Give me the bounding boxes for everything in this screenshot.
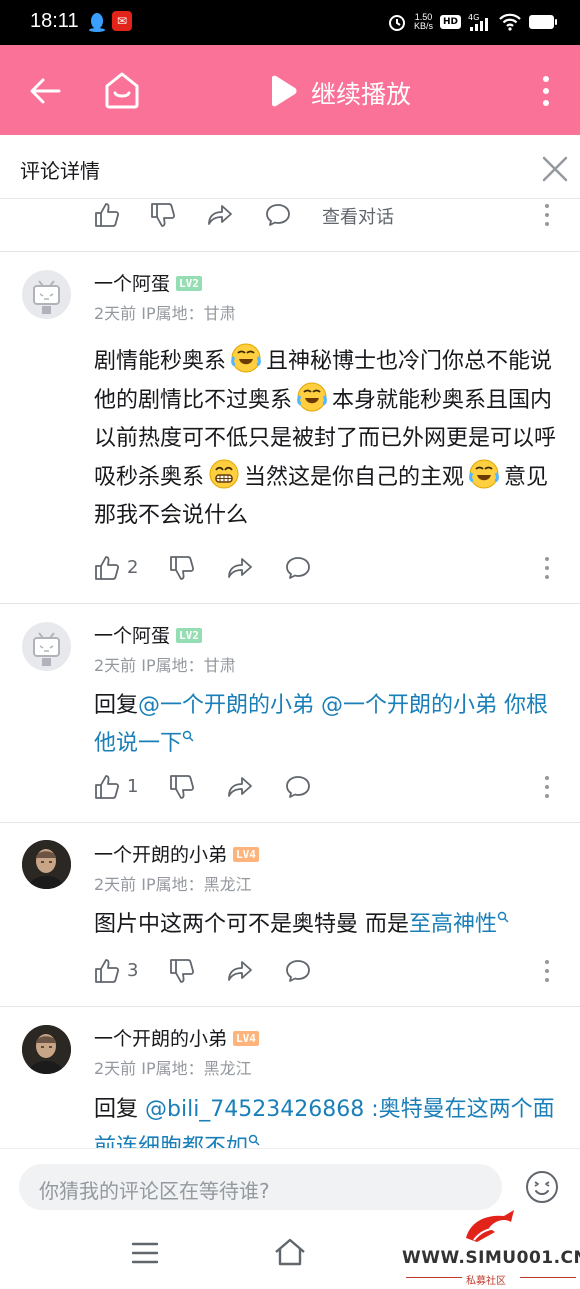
dislike-icon[interactable]: [169, 958, 195, 984]
status-time: 18:11: [30, 10, 79, 32]
like-icon[interactable]: [94, 958, 120, 984]
mention-link[interactable]: @bili_74523426868: [145, 1097, 364, 1122]
laugh-cry-emoji-icon: [231, 343, 261, 373]
level-badge: LV2: [176, 276, 202, 291]
mention-link[interactable]: @一个开朗的小弟: [138, 693, 314, 718]
back-arrow-icon[interactable]: [27, 73, 63, 109]
user-photo-avatar: [22, 840, 71, 889]
comment-actions: 2: [94, 553, 564, 585]
share-icon[interactable]: [207, 202, 233, 228]
watermark-line: [520, 1277, 576, 1278]
reply-icon[interactable]: [265, 202, 291, 228]
watermark-emblem: [466, 1210, 514, 1242]
comment-detail-title: 评论详情: [20, 159, 100, 183]
share-icon[interactable]: [227, 774, 253, 800]
watermark-logo: WWW.SIMU001.CN 私募社区: [402, 1208, 580, 1289]
default-avatar-icon: [33, 280, 60, 314]
dislike-icon[interactable]: [169, 774, 195, 800]
alarm-icon: [388, 15, 405, 31]
divider: [0, 603, 580, 604]
app-notification-icon: ✉: [112, 11, 132, 31]
share-icon[interactable]: [227, 555, 253, 581]
watermark-line: [406, 1277, 462, 1278]
level-badge: LV4: [233, 847, 259, 862]
battery-icon: [529, 15, 557, 29]
continue-play-button[interactable]: 继续播放: [311, 75, 411, 111]
dislike-icon[interactable]: [150, 202, 176, 228]
comment-username[interactable]: 一个开朗的小弟 LV4: [94, 1024, 259, 1051]
user-photo-avatar: [22, 1025, 71, 1074]
search-magnifier-icon[interactable]: [248, 1134, 260, 1146]
comment-content: 回复@一个开朗的小弟 @一个开朗的小弟 你根他说一下: [94, 693, 549, 756]
comment-content: 回复 @bili_74523426868 :奥特曼在这两个面前连细胞都不如: [94, 1091, 560, 1148]
comment-input[interactable]: 你猜我的评论区在等待谁?: [19, 1164, 502, 1210]
like-icon[interactable]: [94, 202, 120, 228]
emoji-picker-icon[interactable]: [524, 1169, 560, 1205]
comment-actions: 3: [94, 956, 564, 988]
search-keyword-link[interactable]: 至高神性: [409, 912, 497, 937]
play-icon[interactable]: [268, 75, 298, 107]
comment-actions: 1: [94, 772, 564, 804]
wifi-icon: [499, 13, 521, 31]
comment-more-icon[interactable]: [541, 958, 553, 984]
avatar[interactable]: [22, 270, 71, 319]
signal-icon: 4G: [468, 13, 488, 31]
comment-username[interactable]: 一个阿蛋 LV2: [94, 269, 202, 296]
divider: [0, 1006, 580, 1007]
home-tv-icon[interactable]: [103, 70, 141, 110]
hd-badge: HD: [439, 15, 461, 29]
comment-username[interactable]: 一个开朗的小弟 LV4: [94, 840, 259, 867]
nav-home-icon[interactable]: [273, 1237, 307, 1267]
video-top-bar: 继续播放: [0, 45, 580, 135]
watermark-text: WWW.SIMU001.CN: [402, 1248, 580, 1268]
like-count: 2: [127, 557, 139, 578]
avatar[interactable]: [22, 622, 71, 671]
status-bar: 18:11 ✉ 1.50 KB/s HD 4G: [0, 0, 580, 45]
search-magnifier-icon[interactable]: [182, 730, 194, 742]
close-icon[interactable]: [540, 154, 570, 184]
comment-meta: 2天前 IP属地：甘肃: [94, 656, 236, 675]
avatar[interactable]: [22, 840, 71, 889]
level-badge: LV4: [233, 1031, 259, 1046]
reply-icon[interactable]: [285, 958, 311, 984]
comment-more-icon[interactable]: [541, 774, 553, 800]
laugh-cry-emoji-icon: [469, 459, 499, 489]
reply-icon[interactable]: [285, 774, 311, 800]
reply-icon[interactable]: [285, 555, 311, 581]
level-badge: LV2: [176, 628, 202, 643]
comment-detail-header: 评论详情: [0, 135, 580, 199]
comment-username[interactable]: 一个阿蛋 LV2: [94, 621, 202, 648]
share-icon[interactable]: [227, 958, 253, 984]
root-comment-actions: 查看对话: [94, 200, 564, 232]
like-count: 3: [127, 960, 139, 981]
like-icon[interactable]: [94, 555, 120, 581]
divider: [0, 822, 580, 823]
comment-input-placeholder: 你猜我的评论区在等待谁?: [39, 1179, 270, 1203]
comment-content: 剧情能秒奥系 且神秘博士也冷门你总不能说他的剧情比不过奥系 本身就能秒奥系且国内以前…: [94, 342, 560, 535]
search-magnifier-icon[interactable]: [497, 911, 509, 923]
qq-icon: [89, 13, 105, 32]
comment-meta: 2天前 IP属地：甘肃: [94, 304, 236, 323]
grin-emoji-icon: [209, 459, 239, 489]
menu-icon[interactable]: [131, 1241, 159, 1265]
laugh-cry-emoji-icon: [297, 382, 327, 412]
divider: [0, 251, 580, 252]
watermark-subtitle: 私募社区: [466, 1276, 506, 1287]
network-speed: 1.50 KB/s: [413, 12, 433, 31]
svg-text:4G: 4G: [468, 13, 479, 22]
like-icon[interactable]: [94, 774, 120, 800]
comment-more-icon[interactable]: [541, 202, 553, 228]
comment-more-icon[interactable]: [541, 555, 553, 581]
comment-meta: 2天前 IP属地：黑龙江: [94, 875, 252, 894]
comment-meta: 2天前 IP属地：黑龙江: [94, 1059, 252, 1078]
more-vertical-icon[interactable]: [538, 73, 554, 109]
status-indicators: 1.50 KB/s HD 4G: [387, 8, 558, 36]
comment-content: 图片中这两个可不是奥特曼 而是至高神性: [94, 906, 560, 944]
default-avatar-icon: [33, 632, 60, 666]
like-count: 1: [127, 776, 139, 797]
view-conversation-link[interactable]: 查看对话: [322, 203, 394, 229]
dislike-icon[interactable]: [169, 555, 195, 581]
avatar[interactable]: [22, 1025, 71, 1074]
